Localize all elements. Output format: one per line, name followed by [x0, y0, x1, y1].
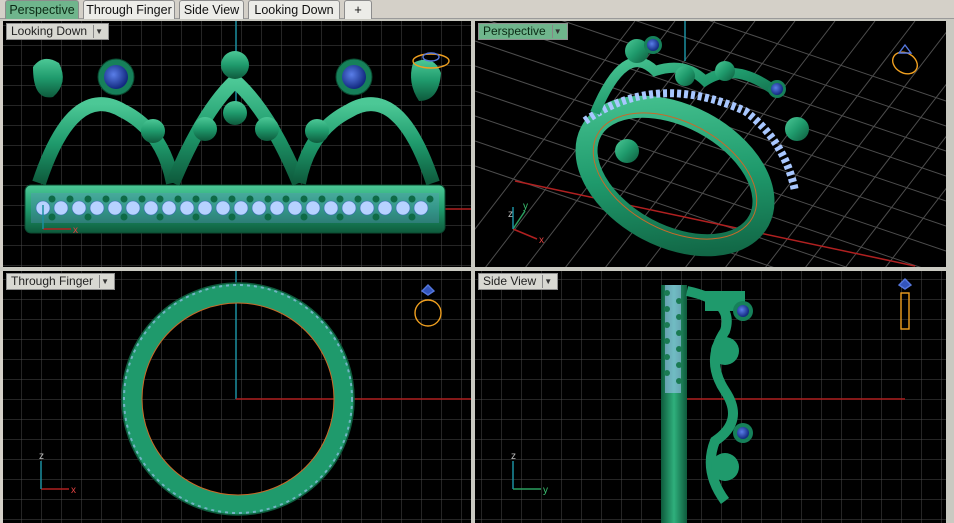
axis-label-z: z: [39, 451, 44, 462]
viewport-title: Side View: [483, 274, 537, 288]
chevron-down-icon[interactable]: ▼: [99, 275, 110, 288]
axis-label-z: z: [508, 209, 513, 220]
chevron-down-icon[interactable]: ▼: [93, 25, 104, 38]
sapphire-stone: [647, 39, 659, 51]
sapphire-stone: [342, 65, 366, 89]
tab-through-finger[interactable]: Through Finger: [83, 0, 175, 19]
tab-perspective[interactable]: Perspective: [5, 0, 79, 19]
viewport-label-side-view[interactable]: Side View ▼: [478, 273, 559, 290]
axis-label-y: y: [523, 201, 528, 212]
viewport-label-through-finger[interactable]: Through Finger ▼: [6, 273, 116, 290]
viewport-side-view[interactable]: z y Side View ▼: [475, 271, 946, 523]
grid-canvas-perspective: z y x: [475, 21, 946, 267]
axis-label-x: x: [539, 235, 544, 246]
perspective-grid: [475, 21, 946, 267]
tab-looking-down[interactable]: Looking Down: [248, 0, 340, 19]
sapphire-stone: [771, 83, 783, 95]
viewport-title: Perspective: [483, 24, 546, 38]
viewport-title: Looking Down: [11, 24, 88, 38]
sapphire-stone: [104, 65, 128, 89]
viewport-tab-bar: Perspective Through Finger Side View Loo…: [0, 0, 954, 19]
viewport-label-looking-down[interactable]: Looking Down ▼: [6, 23, 110, 40]
axis-label-z: z: [511, 451, 516, 462]
viewport-through-finger[interactable]: z x Through Finger ▼: [3, 271, 471, 523]
viewport-label-perspective[interactable]: Perspective ▼: [478, 23, 568, 40]
axis-label-y: y: [543, 485, 548, 496]
grid-canvas: x: [3, 21, 471, 267]
right-frame: [946, 19, 954, 523]
axis-label-x: x: [71, 485, 76, 496]
grid-canvas-side: z y: [475, 271, 946, 523]
axis-indicator: z y x: [508, 201, 544, 246]
plus-icon: +: [354, 2, 362, 17]
axis-label-x: x: [73, 225, 78, 236]
viewport-perspective[interactable]: z y x Perspective ▼: [475, 21, 946, 267]
viewport-title: Through Finger: [11, 274, 94, 288]
crown-model-perspective[interactable]: [563, 36, 809, 267]
add-tab-button[interactable]: +: [344, 0, 372, 19]
tab-side-view[interactable]: Side View: [179, 0, 244, 19]
viewport-looking-down[interactable]: x Looking Down ▼: [3, 21, 471, 267]
chevron-down-icon[interactable]: ▼: [551, 25, 563, 38]
sapphire-stone: [737, 427, 749, 439]
orientation-ring-icon: [891, 43, 919, 75]
chevron-down-icon[interactable]: ▼: [542, 275, 553, 288]
sapphire-stone: [737, 305, 749, 317]
rhino-app-window: Perspective Through Finger Side View Loo…: [0, 0, 954, 523]
grid-canvas-front: z x: [3, 271, 471, 523]
